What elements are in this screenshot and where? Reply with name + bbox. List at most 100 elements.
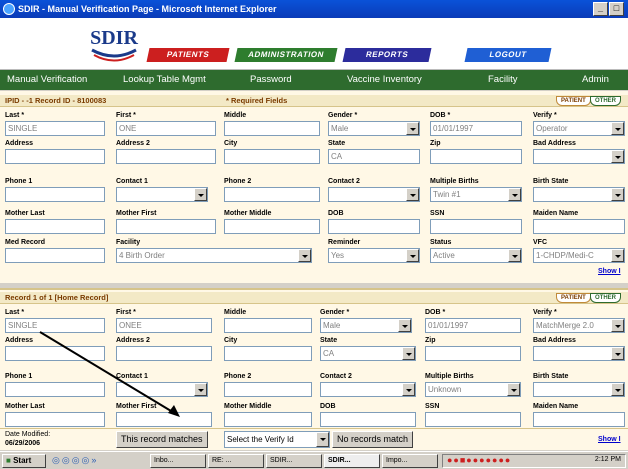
- taskbar-item-impo[interactable]: Impo...: [382, 454, 438, 468]
- middle-input[interactable]: [224, 318, 312, 333]
- chevron-down-icon[interactable]: [611, 249, 624, 262]
- bad-address-select[interactable]: [533, 149, 625, 164]
- mother-dob-input[interactable]: [328, 219, 420, 234]
- city-input[interactable]: [224, 149, 320, 164]
- chevron-down-icon[interactable]: [611, 150, 624, 163]
- tray-icons[interactable]: ●●■●●●●●●●: [447, 455, 511, 465]
- date-modified-value: 06/29/2006: [5, 440, 41, 447]
- show-link[interactable]: Show I: [598, 436, 621, 443]
- verify-select[interactable]: MatchMerge 2.0: [533, 318, 625, 333]
- bad-address-select[interactable]: [533, 346, 625, 361]
- chevron-down-icon[interactable]: [611, 188, 624, 201]
- mother-dob-input[interactable]: [320, 412, 416, 427]
- chevron-down-icon[interactable]: [406, 122, 419, 135]
- chevron-down-icon[interactable]: [298, 249, 311, 262]
- chevron-down-icon[interactable]: [406, 249, 419, 262]
- verify-select[interactable]: Operator: [533, 121, 625, 136]
- taskbar-item-re[interactable]: RE: ...: [208, 454, 264, 468]
- tab-logout[interactable]: LOGOUT: [464, 48, 552, 62]
- other-tab[interactable]: OTHER: [590, 293, 621, 303]
- restore-button[interactable]: □: [609, 2, 624, 16]
- taskbar-item-inbox[interactable]: Inbo...: [150, 454, 206, 468]
- tab-patients[interactable]: PATIENTS: [146, 48, 230, 62]
- address2-input[interactable]: [116, 149, 216, 164]
- chevron-down-icon[interactable]: [406, 188, 419, 201]
- dob-input[interactable]: 01/01/1997: [425, 318, 521, 333]
- ssn-input[interactable]: [430, 219, 522, 234]
- start-button[interactable]: ■ Start: [2, 454, 46, 468]
- state-select[interactable]: CA: [320, 346, 416, 361]
- taskbar-item-sdir-2[interactable]: SDIR...: [324, 454, 380, 468]
- patient-tab[interactable]: PATIENT: [556, 96, 591, 106]
- verify-id-select[interactable]: Select the Verify Id: [224, 431, 330, 448]
- vfc-select[interactable]: 1-CHDP/Medi-C: [533, 248, 625, 263]
- address-input[interactable]: [5, 149, 105, 164]
- city-input[interactable]: [224, 346, 312, 361]
- no-records-match-button[interactable]: No records match: [332, 431, 414, 448]
- zip-input[interactable]: [425, 346, 521, 361]
- chevron-down-icon[interactable]: [508, 188, 521, 201]
- chevron-down-icon[interactable]: [316, 432, 329, 447]
- mother-last-input[interactable]: [5, 219, 105, 234]
- maiden-name-input[interactable]: [533, 219, 625, 234]
- tab-administration[interactable]: ADMINISTRATION: [234, 48, 338, 62]
- quick-launch-icons[interactable]: ◎◎◎◎»: [52, 455, 98, 466]
- chevron-down-icon[interactable]: [611, 319, 624, 332]
- mother-middle-input[interactable]: [224, 219, 320, 234]
- gender-select[interactable]: Male: [328, 121, 420, 136]
- chevron-down-icon[interactable]: [402, 383, 415, 396]
- patient-tab[interactable]: PATIENT: [556, 293, 591, 303]
- multiple-births-select[interactable]: Unknown: [425, 382, 521, 397]
- contact1-select[interactable]: [116, 187, 208, 202]
- status-select[interactable]: Active: [430, 248, 522, 263]
- chevron-down-icon[interactable]: [194, 383, 207, 396]
- mother-middle-input[interactable]: [224, 412, 312, 427]
- bad-address-label: Bad Address: [533, 337, 576, 344]
- contact2-select[interactable]: [328, 187, 420, 202]
- reminder-select[interactable]: Yes: [328, 248, 420, 263]
- status-value: Active: [433, 251, 455, 260]
- menu-manual-verification[interactable]: Manual Verification: [7, 70, 87, 90]
- chevron-down-icon[interactable]: [402, 347, 415, 360]
- chevron-down-icon[interactable]: [611, 383, 624, 396]
- chevron-down-icon[interactable]: [507, 383, 520, 396]
- mother-first-input[interactable]: [116, 219, 216, 234]
- last-input[interactable]: SINGLE: [5, 121, 105, 136]
- chevron-down-icon[interactable]: [611, 347, 624, 360]
- dob-label: DOB *: [430, 112, 451, 119]
- chevron-down-icon[interactable]: [508, 249, 521, 262]
- zip-input[interactable]: [430, 149, 522, 164]
- middle-input[interactable]: [224, 121, 320, 136]
- record-matches-button[interactable]: This record matches: [116, 431, 208, 448]
- taskbar-item-sdir-1[interactable]: SDIR...: [266, 454, 322, 468]
- menu-password[interactable]: Password: [250, 70, 292, 90]
- tab-reports[interactable]: REPORTS: [342, 48, 432, 62]
- birth-state-select[interactable]: [533, 187, 625, 202]
- phone2-input[interactable]: [224, 187, 320, 202]
- other-tab[interactable]: OTHER: [590, 96, 621, 106]
- chevron-down-icon[interactable]: [398, 319, 411, 332]
- menu-facility[interactable]: Facility: [488, 70, 518, 90]
- multiple-births-select[interactable]: Twin #1: [430, 187, 522, 202]
- maiden-name-input[interactable]: [533, 412, 625, 427]
- med-record-input[interactable]: [5, 248, 105, 263]
- action-bar: Date Modified: 06/29/2006 This record ma…: [0, 428, 628, 450]
- chevron-down-icon[interactable]: [611, 122, 624, 135]
- chevron-down-icon[interactable]: [194, 188, 207, 201]
- ssn-label: SSN: [425, 403, 440, 410]
- birth-state-select[interactable]: [533, 382, 625, 397]
- contact2-select[interactable]: [320, 382, 416, 397]
- phone1-input[interactable]: [5, 187, 105, 202]
- ssn-input[interactable]: [425, 412, 521, 427]
- gender-select[interactable]: Male: [320, 318, 412, 333]
- state-input[interactable]: CA: [328, 149, 420, 164]
- menu-lookup-table-mgmt[interactable]: Lookup Table Mgmt: [123, 70, 206, 90]
- facility-select[interactable]: 4 Birth Order: [116, 248, 312, 263]
- first-input[interactable]: ONE: [116, 121, 216, 136]
- dob-input[interactable]: 01/01/1997: [430, 121, 522, 136]
- show-link[interactable]: Show I: [598, 268, 621, 275]
- menu-vaccine-inventory[interactable]: Vaccine Inventory: [347, 70, 422, 90]
- phone2-input[interactable]: [224, 382, 312, 397]
- minimize-button[interactable]: _: [593, 2, 608, 16]
- menu-admin[interactable]: Admin: [582, 70, 609, 90]
